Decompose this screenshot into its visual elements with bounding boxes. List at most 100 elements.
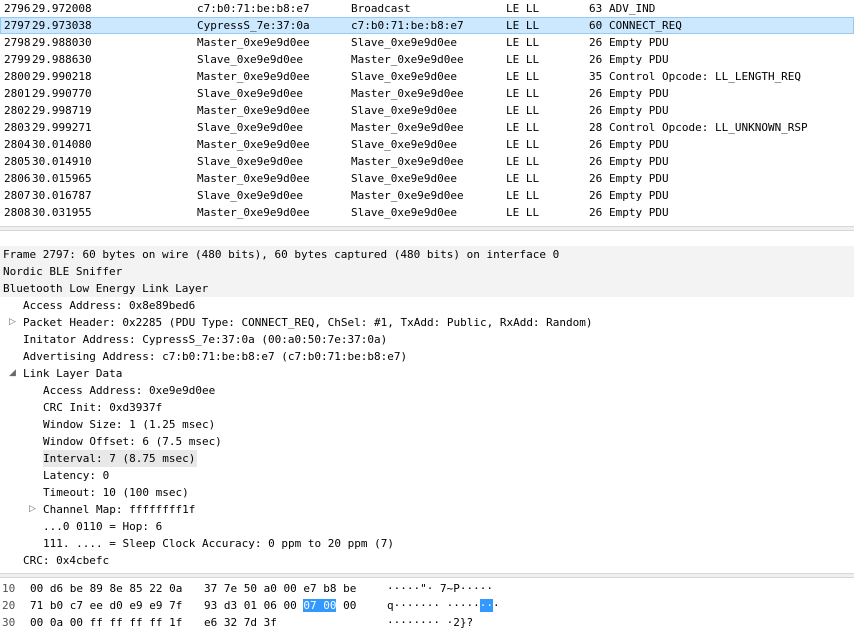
detail-row[interactable]: ...0 0110 = Hop: 6: [0, 518, 854, 535]
packet-details-tree[interactable]: Frame 2797: 60 bytes on wire (480 bits),…: [0, 246, 854, 572]
packet-cell-time: 30.014910: [32, 155, 92, 168]
detail-row[interactable]: Interval: 7 (8.75 msec): [0, 450, 854, 467]
detail-row[interactable]: Access Address: 0xe9e9d0ee: [0, 382, 854, 399]
hex-ascii-part: ·····"· 7~P·····: [387, 582, 493, 595]
packet-cell-protocol: LE LL: [506, 53, 540, 66]
packet-cell-destination: Master_0xe9e9d0ee: [351, 87, 464, 100]
packet-cell-no: 2799: [4, 53, 31, 66]
detail-text: Access Address: 0x8e89bed6: [23, 299, 196, 312]
detail-row[interactable]: Frame 2797: 60 bytes on wire (480 bits),…: [0, 246, 854, 263]
packet-cell-info: Control Opcode: LL_UNKNOWN_RSP: [609, 121, 808, 134]
detail-text: Latency: 0: [43, 469, 110, 482]
detail-row[interactable]: Window Size: 1 (1.25 msec): [0, 416, 854, 433]
hex-offset: 20: [2, 599, 16, 612]
packet-row[interactable]: 2799 29.988630 Slave_0xe9e9d0ee Master_0xe9…: [0, 51, 854, 68]
packet-row[interactable]: 2798 29.988030 Master_0xe9e9d0ee Slave_0xe9…: [0, 34, 854, 51]
packet-row[interactable]: 2807 30.016787 Slave_0xe9e9d0ee Master_0xe9…: [0, 187, 854, 204]
detail-row[interactable]: ◢ Link Layer Data: [0, 365, 854, 382]
detail-text: 111. .... = Sleep Clock Accuracy: 0 ppm …: [43, 537, 394, 550]
packet-cell-protocol: LE LL: [506, 138, 540, 151]
packet-cell-protocol: LE LL: [506, 36, 540, 49]
packet-cell-protocol: LE LL: [506, 70, 540, 83]
collapse-triangle-icon[interactable]: ▷: [29, 501, 36, 518]
packet-row[interactable]: 2808 30.031955 Master_0xe9e9d0ee Slave_0xe9…: [0, 204, 854, 221]
packet-cell-no: 2808: [4, 206, 31, 219]
packet-cell-info: Empty PDU: [609, 155, 669, 168]
hex-row[interactable]: 30 00 0a 00 ff ff ff ff 1f e6 32 7d 3f ····…: [0, 614, 854, 630]
packet-row[interactable]: 2804 30.014080 Master_0xe9e9d0ee Slave_0xe9…: [0, 136, 854, 153]
detail-row[interactable]: Latency: 0: [0, 467, 854, 484]
packet-cell-info: Empty PDU: [609, 138, 669, 151]
packet-row[interactable]: 2802 29.998719 Master_0xe9e9d0ee Slave_0xe9…: [0, 102, 854, 119]
packet-cell-time: 29.999271: [32, 121, 92, 134]
packet-row[interactable]: 2806 30.015965 Master_0xe9e9d0ee Slave_0xe9…: [0, 170, 854, 187]
packet-bytes-pane[interactable]: 10 00 d6 be 89 8e 85 22 0a 37 7e 50 a0 00 …: [0, 580, 854, 630]
packet-list[interactable]: 2796 29.972008 c7:b0:71:be:b8:e7 Broadcast L…: [0, 0, 854, 226]
packet-cell-length: 26: [589, 138, 603, 151]
expand-triangle-icon[interactable]: ◢: [9, 365, 16, 382]
packet-cell-time: 29.990218: [32, 70, 92, 83]
detail-row[interactable]: Window Offset: 6 (7.5 msec): [0, 433, 854, 450]
packet-cell-time: 30.014080: [32, 138, 92, 151]
packet-row[interactable]: 2796 29.972008 c7:b0:71:be:b8:e7 Broadcast L…: [0, 0, 854, 17]
detail-row[interactable]: Bluetooth Low Energy Link Layer: [0, 280, 854, 297]
detail-row[interactable]: Advertising Address: c7:b0:71:be:b8:e7 (…: [0, 348, 854, 365]
packet-cell-destination: Master_0xe9e9d0ee: [351, 53, 464, 66]
pane-splitter-top[interactable]: [0, 226, 854, 231]
packet-row[interactable]: 2805 30.014910 Slave_0xe9e9d0ee Master_0xe9…: [0, 153, 854, 170]
packet-cell-time: 29.972008: [32, 2, 92, 15]
packet-cell-time: 29.998719: [32, 104, 92, 117]
packet-cell-length: 35: [589, 70, 603, 83]
collapse-triangle-icon[interactable]: ▷: [9, 314, 16, 331]
detail-row[interactable]: CRC: 0x4cbefc: [0, 552, 854, 569]
packet-row[interactable]: 2801 29.990770 Slave_0xe9e9d0ee Master_0xe9…: [0, 85, 854, 102]
hex-bytes-part: 37 7e 50 a0 00 e7 b8 be: [204, 582, 357, 595]
detail-row[interactable]: 111. .... = Sleep Clock Accuracy: 0 ppm …: [0, 535, 854, 552]
packet-cell-protocol: LE LL: [506, 87, 540, 100]
hex-bytes-part: 93 d3 01 06 00: [204, 599, 304, 612]
hex-row[interactable]: 20 71 b0 c7 ee d0 e9 e9 7f 93 d3 01 06 00 …: [0, 597, 854, 614]
packet-cell-no: 2804: [4, 138, 31, 151]
pane-splitter-bottom[interactable]: [0, 573, 854, 578]
packet-cell-no: 2806: [4, 172, 31, 185]
detail-row[interactable]: CRC Init: 0xd3937f: [0, 399, 854, 416]
packet-row[interactable]: 2797 29.973038 CypressS_7e:37:0a c7:b0:71:b…: [0, 17, 854, 34]
packet-cell-time: 30.015965: [32, 172, 92, 185]
packet-cell-no: 2807: [4, 189, 31, 202]
detail-row[interactable]: Initator Address: CypressS_7e:37:0a (00:…: [0, 331, 854, 348]
packet-cell-no: 2796: [4, 2, 31, 15]
hex-row[interactable]: 10 00 d6 be 89 8e 85 22 0a 37 7e 50 a0 00 …: [0, 580, 854, 597]
packet-cell-info: Empty PDU: [609, 104, 669, 117]
packet-cell-destination: Slave_0xe9e9d0ee: [351, 206, 457, 219]
packet-cell-source: Master_0xe9e9d0ee: [197, 36, 310, 49]
hex-bytes-part: 00: [336, 599, 357, 612]
packet-cell-time: 29.990770: [32, 87, 92, 100]
packet-cell-source: Slave_0xe9e9d0ee: [197, 155, 303, 168]
packet-cell-info: Empty PDU: [609, 36, 669, 49]
packet-cell-length: 26: [589, 155, 603, 168]
hex-bytes-first-half: 00 d6 be 89 8e 85 22 0a: [30, 582, 183, 595]
detail-text: Nordic BLE Sniffer: [3, 265, 123, 278]
detail-row[interactable]: ▷ Channel Map: ffffffff1f: [0, 501, 854, 518]
packet-cell-protocol: LE LL: [506, 2, 540, 15]
detail-row[interactable]: ▷ Packet Header: 0x2285 (PDU Type: CONNEC…: [0, 314, 854, 331]
hex-offset: 30: [2, 616, 16, 629]
packet-cell-source: c7:b0:71:be:b8:e7: [197, 2, 310, 15]
packet-cell-no: 2803: [4, 121, 31, 134]
packet-cell-info: Empty PDU: [609, 189, 669, 202]
detail-row[interactable]: Nordic BLE Sniffer: [0, 263, 854, 280]
packet-cell-info: Empty PDU: [609, 172, 669, 185]
packet-cell-protocol: LE LL: [506, 19, 540, 32]
packet-cell-destination: Slave_0xe9e9d0ee: [351, 172, 457, 185]
packet-cell-source: Master_0xe9e9d0ee: [197, 206, 310, 219]
packet-cell-no: 2800: [4, 70, 31, 83]
packet-cell-no: 2797: [4, 19, 31, 32]
packet-cell-destination: c7:b0:71:be:b8:e7: [351, 19, 464, 32]
hex-bytes-selected: 07 00: [303, 599, 337, 612]
packet-row[interactable]: 2800 29.990218 Master_0xe9e9d0ee Slave_0xe9…: [0, 68, 854, 85]
detail-row[interactable]: Access Address: 0x8e89bed6: [0, 297, 854, 314]
detail-row[interactable]: Timeout: 10 (100 msec): [0, 484, 854, 501]
packet-row[interactable]: 2803 29.999271 Slave_0xe9e9d0ee Master_0xe9…: [0, 119, 854, 136]
packet-cell-time: 29.988630: [32, 53, 92, 66]
packet-cell-info: Empty PDU: [609, 206, 669, 219]
